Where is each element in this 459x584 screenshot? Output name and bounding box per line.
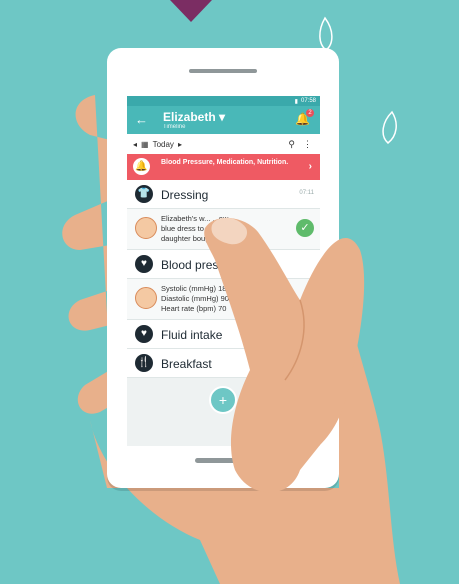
top-purple-marker [170,0,212,22]
hand-fingers-left [62,95,112,414]
timeline-item-title: Fluid intake [161,328,223,342]
shirt-icon: 👕 [135,185,153,203]
calendar-icon[interactable]: ▦ [141,140,149,149]
leaf-outline-top [319,16,333,51]
heart-icon: ♥ [135,325,153,343]
timeline-item-title: Dressing [161,188,209,202]
status-bar: ▮ 07:58 [127,96,320,106]
app-subtitle: Timeline [163,124,186,130]
timeline-item-fluid-intake[interactable]: ♥ Fluid intake [127,320,320,349]
detail-line: Heart rate (bpm) 70 [161,304,227,313]
timeline-item-breakfast[interactable]: 🍴 Breakfast [127,349,320,378]
phone-screen: ▮ 07:58 ← Elizabeth ▾ Timeline 🔔 2 ◂ ▦ T… [127,96,320,446]
phone-speaker [189,69,257,73]
timeline-item-dressing[interactable]: 👕 Dressing 07:11 [127,180,320,209]
leaf-outline-right [382,110,397,144]
timeline-detail-blood-pressure[interactable]: Systolic (mmHg) 180 Diastolic (mmHg) 90 … [127,279,320,320]
home-indicator [195,458,251,463]
phone-device: ▮ 07:58 ← Elizabeth ▾ Timeline 🔔 2 ◂ ▦ T… [107,48,339,488]
timeline-detail-text: Systolic (mmHg) 180 Diastolic (mmHg) 90 … [161,284,231,314]
detail-line: Systolic (mmHg) 180 [161,284,231,293]
prev-day-button[interactable]: ◂ [133,140,137,149]
detail-line: blue dress to... [161,224,211,233]
more-vert-icon[interactable]: ⋮ [303,139,312,150]
date-bar: ◂ ▦ Today ▸ ⚲ ⋮ [127,134,320,154]
cutlery-icon: 🍴 [135,354,153,372]
app-bar: ← Elizabeth ▾ Timeline 🔔 2 [127,106,320,134]
status-time: 07:58 [300,98,316,104]
alert-text: Blood Pressure, Medication, Nutrition. [161,159,289,166]
app-title[interactable]: Elizabeth ▾ [163,110,225,124]
timeline-item-blood-pressure[interactable]: ♥ Blood pressure [127,250,320,279]
timeline-item-title: Blood pressure [161,258,242,272]
detail-line: Elizabeth's w... ...ew [161,214,229,223]
notification-badge: 2 [306,109,314,117]
date-label[interactable]: Today [153,140,174,149]
battery-icon: ▮ [294,98,298,105]
avatar [135,287,157,309]
warning-bell-icon: 🔔 [133,158,150,175]
timeline-item-time: 07:11 [299,190,314,196]
timeline-detail-dressing[interactable]: Elizabeth's w... ...ew blue dress to... … [127,209,320,250]
timeline-item-title: Breakfast [161,357,212,371]
check-icon[interactable]: ✓ [296,219,314,237]
detail-line: daughter boug... [161,234,216,243]
back-arrow-icon[interactable]: ← [135,112,148,127]
add-button[interactable]: + [209,386,237,414]
next-day-button[interactable]: ▸ [178,140,182,149]
chevron-right-icon: › [308,161,312,172]
alert-banner[interactable]: 🔔 Blood Pressure, Medication, Nutrition.… [127,154,320,180]
avatar [135,217,157,239]
search-icon[interactable]: ⚲ [288,139,295,150]
detail-line: Diastolic (mmHg) 90 [161,294,229,303]
heart-icon: ♥ [135,255,153,273]
timeline-detail-text: Elizabeth's w... ...ew blue dress to... … [161,214,228,244]
